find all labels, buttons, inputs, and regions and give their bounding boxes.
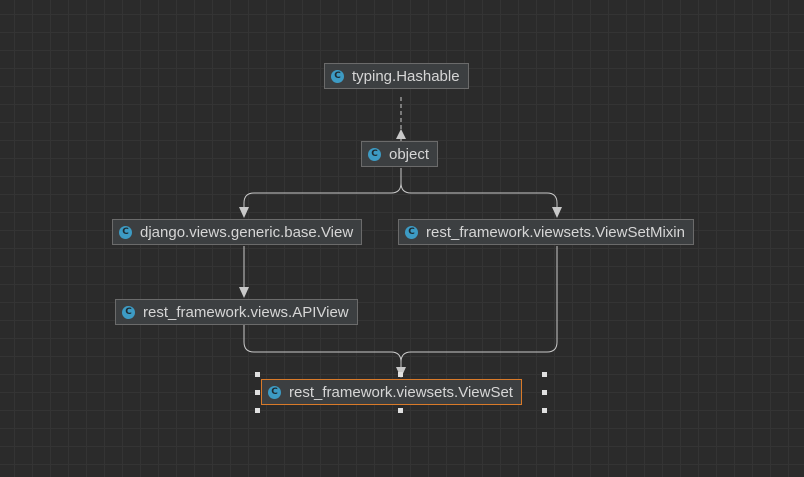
class-node-object[interactable]: C object — [361, 141, 439, 167]
class-node-label: object — [389, 145, 430, 163]
class-node-typing-hashable[interactable]: C typing.Hashable — [324, 63, 469, 89]
class-node-django-view[interactable]: C django.views.generic.base.View — [112, 219, 363, 245]
class-node-label: django.views.generic.base.View — [140, 223, 354, 241]
selection-handle[interactable] — [542, 390, 547, 395]
class-node-label: rest_framework.viewsets.ViewSetMixin — [426, 223, 685, 241]
edge-arrowhead — [239, 207, 249, 218]
selection-handle[interactable] — [398, 408, 403, 413]
edge-django-view-to-object — [243, 168, 402, 207]
class-node-viewset[interactable]: C rest_framework.viewsets.ViewSet — [261, 379, 522, 405]
selection-handle[interactable] — [542, 372, 547, 377]
class-node-label: typing.Hashable — [352, 67, 460, 85]
selection-handle[interactable] — [255, 390, 260, 395]
class-icon: C — [268, 385, 281, 399]
class-icon: C — [119, 225, 132, 239]
selection-handle[interactable] — [255, 372, 260, 377]
class-node-label: rest_framework.viewsets.ViewSet — [289, 383, 513, 401]
class-node-viewset-mixin[interactable]: C rest_framework.viewsets.ViewSetMixin — [398, 219, 694, 245]
edge-viewset-to-apiview — [243, 325, 402, 367]
class-icon: C — [331, 69, 344, 83]
class-icon: C — [122, 305, 135, 319]
class-node-apiview[interactable]: C rest_framework.views.APIView — [115, 299, 358, 325]
edge-viewset-mixin-to-object — [400, 182, 558, 207]
edge-arrowhead — [239, 287, 249, 298]
edge-arrowhead — [396, 129, 406, 139]
edge-viewset-to-viewset-mixin — [400, 246, 558, 363]
class-icon: C — [405, 225, 418, 239]
selection-handle[interactable] — [542, 408, 547, 413]
class-icon: C — [368, 147, 381, 161]
class-node-label: rest_framework.views.APIView — [143, 303, 349, 321]
selection-handle[interactable] — [398, 372, 403, 377]
selection-handle[interactable] — [255, 408, 260, 413]
edge-arrowhead — [552, 207, 562, 218]
